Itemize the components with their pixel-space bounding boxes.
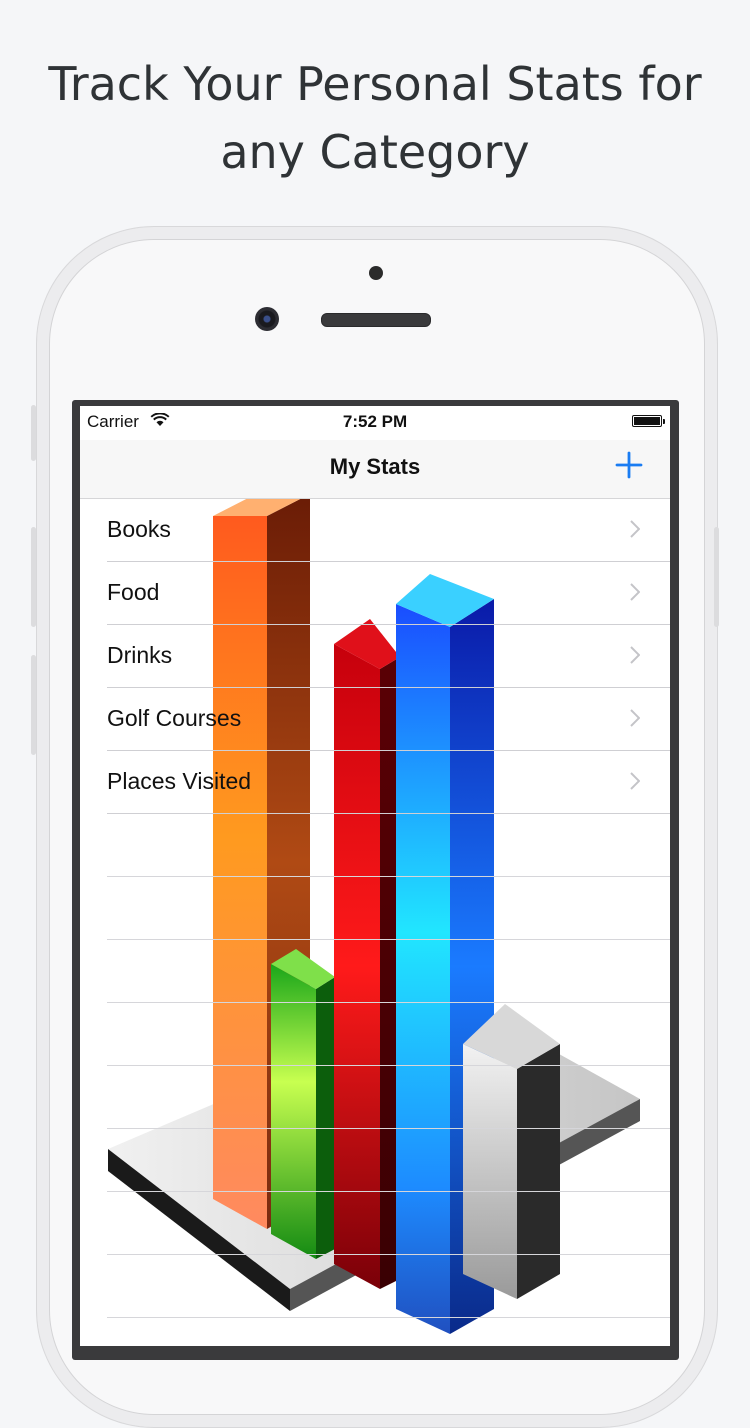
empty-row bbox=[107, 940, 670, 1003]
headline-line-1: Track Your Personal Stats for bbox=[48, 57, 702, 111]
status-bar: Carrier 7:52 PM bbox=[80, 406, 670, 440]
battery-icon bbox=[632, 415, 662, 427]
list-item-drinks[interactable]: Drinks bbox=[107, 625, 670, 688]
list-item-places-visited[interactable]: Places Visited bbox=[107, 751, 670, 814]
empty-row bbox=[107, 1003, 670, 1066]
headline-line-2: any Category bbox=[220, 125, 530, 179]
list-item-label: Golf Courses bbox=[107, 705, 242, 731]
list-item-food[interactable]: Food bbox=[107, 562, 670, 625]
list-item-books[interactable]: Books bbox=[107, 499, 670, 562]
chevron-right-icon bbox=[630, 583, 640, 601]
proximity-sensor bbox=[369, 266, 383, 280]
empty-row bbox=[107, 1192, 670, 1255]
empty-row bbox=[107, 1129, 670, 1192]
chevron-right-icon bbox=[630, 772, 640, 790]
app-screen: Carrier 7:52 PM My Stats Books Food Drin… bbox=[80, 406, 670, 1346]
nav-title: My Stats bbox=[329, 454, 421, 479]
plus-icon[interactable] bbox=[614, 450, 644, 480]
front-camera bbox=[255, 307, 279, 331]
status-time: 7:52 PM bbox=[342, 412, 408, 431]
empty-row bbox=[107, 877, 670, 940]
battery-tip bbox=[663, 419, 665, 424]
empty-row bbox=[107, 814, 670, 877]
stats-table: Books Food Drinks Golf Courses Places Vi… bbox=[80, 499, 670, 1318]
earpiece-speaker bbox=[321, 313, 431, 327]
phone-volume-down bbox=[31, 655, 36, 755]
navigation-bar: My Stats bbox=[80, 440, 670, 499]
list-item-golf-courses[interactable]: Golf Courses bbox=[107, 688, 670, 751]
list-item-label: Food bbox=[107, 579, 160, 605]
stats-list-area: Books Food Drinks Golf Courses Places Vi… bbox=[80, 499, 670, 1346]
phone-power-button bbox=[714, 527, 719, 627]
promo-headline: Track Your Personal Stats for any Catego… bbox=[0, 50, 750, 186]
phone-volume-up bbox=[31, 527, 36, 627]
phone-silent-switch bbox=[31, 405, 36, 461]
list-item-label: Drinks bbox=[107, 642, 173, 668]
chevron-right-icon bbox=[630, 520, 640, 538]
chevron-right-icon bbox=[630, 709, 640, 727]
chevron-right-icon bbox=[630, 646, 640, 664]
list-item-label: Places Visited bbox=[107, 768, 252, 794]
empty-row bbox=[107, 1255, 670, 1318]
list-item-label: Books bbox=[107, 516, 171, 542]
empty-row bbox=[107, 1066, 670, 1129]
